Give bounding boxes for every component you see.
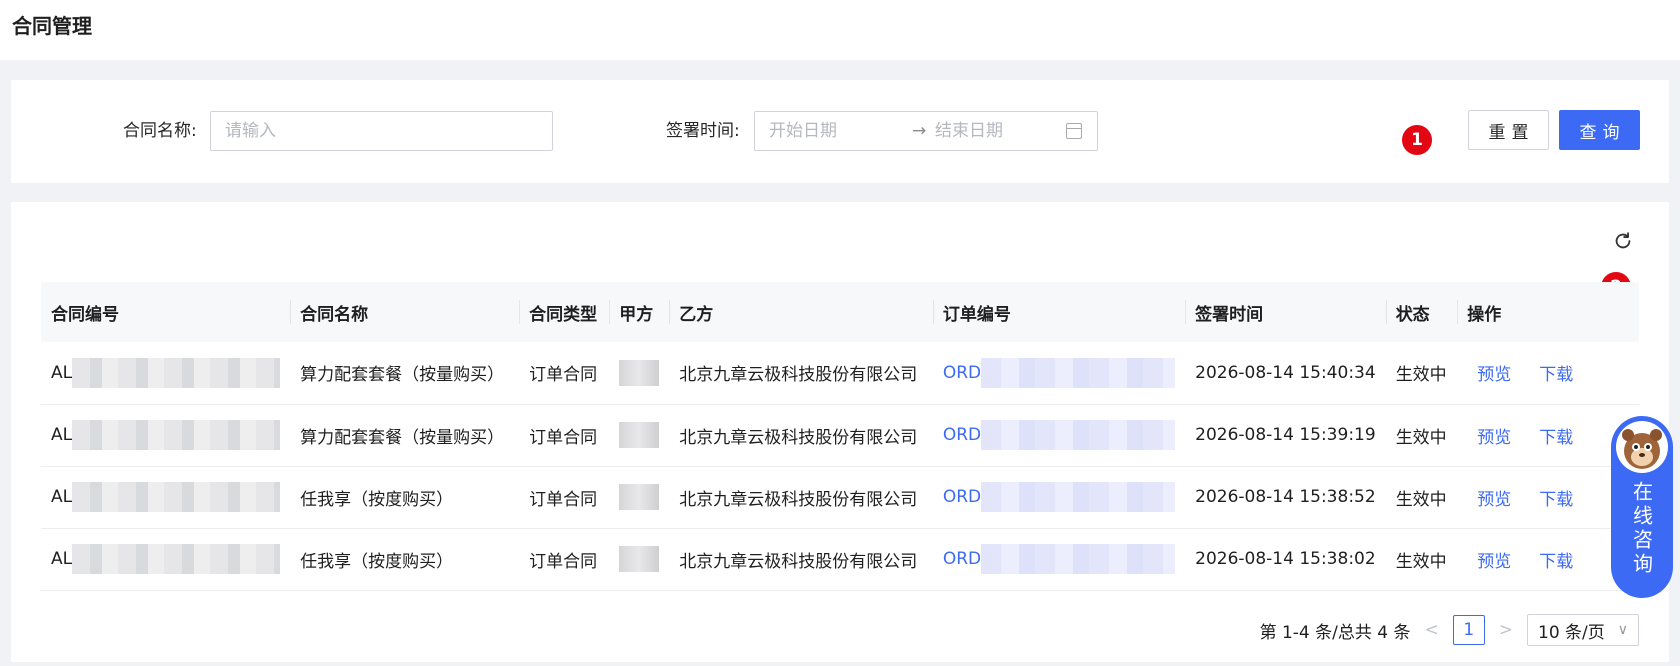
search-panel: 合同名称: 签署时间: 开始日期 → 结束日期 1 重置 查询 xyxy=(11,80,1669,183)
contract-type-cell: 订单合同 xyxy=(519,342,610,405)
col-header-status: 状态 xyxy=(1385,282,1458,342)
redacted-order-id xyxy=(981,420,1176,450)
status-cell: 生效中 xyxy=(1385,342,1458,405)
online-consult-button[interactable]: 在线咨询 xyxy=(1611,416,1673,598)
refresh-icon[interactable] xyxy=(1612,230,1634,252)
download-link[interactable]: 下载 xyxy=(1539,365,1573,385)
col-header-contract-id: 合同编号 xyxy=(41,282,291,342)
table-header-row: 合同编号 合同名称 合同类型 甲方 乙方 订单编号 签署时间 状态 操作 xyxy=(41,282,1639,342)
redacted-party-a xyxy=(619,546,660,572)
party-b-cell: 北京九章云极科技股份有限公司 xyxy=(669,528,933,591)
sign-time-cell: 2026-08-14 15:40:34 xyxy=(1185,342,1386,405)
pagination-summary: 第 1-4 条/总共 4 条 xyxy=(1259,622,1411,643)
end-date-input[interactable]: 结束日期 xyxy=(935,112,1003,150)
contract-name-input[interactable] xyxy=(210,111,553,151)
preview-link[interactable]: 预览 xyxy=(1477,490,1511,510)
contract-name-cell: 任我享（按度购买） xyxy=(290,528,520,591)
contract-name-label: 合同名称: xyxy=(123,121,197,141)
col-header-contract-name: 合同名称 xyxy=(290,282,520,342)
table-row: AL 任我享（按度购买） 订单合同 北京九章云极科技股份有限公司 ORD 202… xyxy=(41,466,1639,529)
query-button[interactable]: 查询 xyxy=(1559,110,1640,150)
col-header-party-b: 乙方 xyxy=(669,282,933,342)
status-cell: 生效中 xyxy=(1385,466,1458,529)
redacted-contract-id xyxy=(72,357,281,388)
page-size-select[interactable]: 10 条/页 ∨ xyxy=(1527,614,1639,646)
contract-id-cell: AL xyxy=(41,342,291,405)
preview-link[interactable]: 预览 xyxy=(1477,428,1511,448)
col-header-sign-time: 签署时间 xyxy=(1185,282,1386,342)
contract-id-cell: AL xyxy=(41,466,291,529)
contract-type-cell: 订单合同 xyxy=(519,404,610,467)
actions-cell: 预览 下载 xyxy=(1457,342,1639,405)
chevron-down-icon: ∨ xyxy=(1617,622,1628,638)
table-row: AL 任我享（按度购买） 订单合同 北京九章云极科技股份有限公司 ORD 202… xyxy=(41,528,1639,591)
contract-table-panel: 2 合同编号 合同名称 合同类型 甲方 乙方 订单编号 签署时间 状态 操作 A… xyxy=(11,202,1669,662)
redacted-party-a xyxy=(619,359,660,386)
download-link[interactable]: 下载 xyxy=(1539,490,1573,510)
sign-time-cell: 2026-08-14 15:39:19 xyxy=(1185,404,1386,467)
contract-name-cell: 算力配套套餐（按量购买） xyxy=(290,342,520,405)
contract-type-cell: 订单合同 xyxy=(519,528,610,591)
party-a-cell xyxy=(609,342,670,405)
contract-id-cell: AL xyxy=(41,528,291,591)
party-a-cell xyxy=(609,466,670,529)
redacted-order-id xyxy=(981,544,1176,574)
status-cell: 生效中 xyxy=(1385,404,1458,467)
prev-page-button[interactable]: < xyxy=(1425,620,1439,640)
order-id-cell[interactable]: ORD xyxy=(932,404,1186,467)
sign-time-range-picker[interactable]: 开始日期 → 结束日期 xyxy=(754,111,1098,151)
pagination: 第 1-4 条/总共 4 条 < 1 > 10 条/页 ∨ xyxy=(1260,614,1639,646)
preview-link[interactable]: 预览 xyxy=(1477,552,1511,572)
contract-name-cell: 任我享（按度购买） xyxy=(290,466,520,529)
reset-button[interactable]: 重置 xyxy=(1468,110,1549,150)
redacted-party-a xyxy=(619,484,660,510)
col-header-order-id: 订单编号 xyxy=(932,282,1186,342)
redacted-order-id xyxy=(981,482,1176,512)
col-header-actions: 操作 xyxy=(1457,282,1639,342)
contract-id-cell: AL xyxy=(41,404,291,467)
page-size-value: 10 条/页 xyxy=(1538,622,1605,643)
col-header-party-a: 甲方 xyxy=(609,282,670,342)
party-a-cell xyxy=(609,528,670,591)
start-date-input[interactable]: 开始日期 xyxy=(769,112,837,150)
calendar-icon[interactable] xyxy=(1066,123,1082,139)
party-a-cell xyxy=(609,404,670,467)
party-b-cell: 北京九章云极科技股份有限公司 xyxy=(669,466,933,529)
next-page-button[interactable]: > xyxy=(1499,620,1513,640)
contract-table: 合同编号 合同名称 合同类型 甲方 乙方 订单编号 签署时间 状态 操作 AL … xyxy=(41,282,1639,591)
status-cell: 生效中 xyxy=(1385,528,1458,591)
table-row: AL 算力配套套餐（按量购买） 订单合同 北京九章云极科技股份有限公司 ORD … xyxy=(41,342,1639,405)
contract-type-cell: 订单合同 xyxy=(519,466,610,529)
preview-link[interactable]: 预览 xyxy=(1477,365,1511,385)
page-1-button[interactable]: 1 xyxy=(1452,615,1485,645)
sign-time-label: 签署时间: xyxy=(666,121,740,141)
contract-name-cell: 算力配套套餐（按量购买） xyxy=(290,404,520,467)
sign-time-cell: 2026-08-14 15:38:52 xyxy=(1185,466,1386,529)
sign-time-cell: 2026-08-14 15:38:02 xyxy=(1185,528,1386,591)
annotation-badge-1: 1 xyxy=(1402,125,1432,155)
order-id-cell[interactable]: ORD xyxy=(932,466,1186,529)
download-link[interactable]: 下载 xyxy=(1539,428,1573,448)
online-consult-label: 在线咨询 xyxy=(1629,481,1654,577)
party-b-cell: 北京九章云极科技股份有限公司 xyxy=(669,342,933,405)
range-arrow: → xyxy=(912,121,927,141)
redacted-party-a xyxy=(619,422,660,448)
redacted-contract-id xyxy=(72,544,281,574)
order-id-cell[interactable]: ORD xyxy=(932,528,1186,591)
download-link[interactable]: 下载 xyxy=(1539,552,1573,572)
redacted-contract-id xyxy=(72,420,281,450)
redacted-order-id xyxy=(981,357,1176,388)
table-row: AL 算力配套套餐（按量购买） 订单合同 北京九章云极科技股份有限公司 ORD … xyxy=(41,404,1639,467)
col-header-contract-type: 合同类型 xyxy=(519,282,610,342)
party-b-cell: 北京九章云极科技股份有限公司 xyxy=(669,404,933,467)
redacted-contract-id xyxy=(72,482,281,512)
page-header: 合同管理 xyxy=(0,0,1680,60)
order-id-cell[interactable]: ORD xyxy=(932,342,1186,405)
page-title: 合同管理 xyxy=(12,14,92,38)
mascot-avatar xyxy=(1616,421,1668,473)
